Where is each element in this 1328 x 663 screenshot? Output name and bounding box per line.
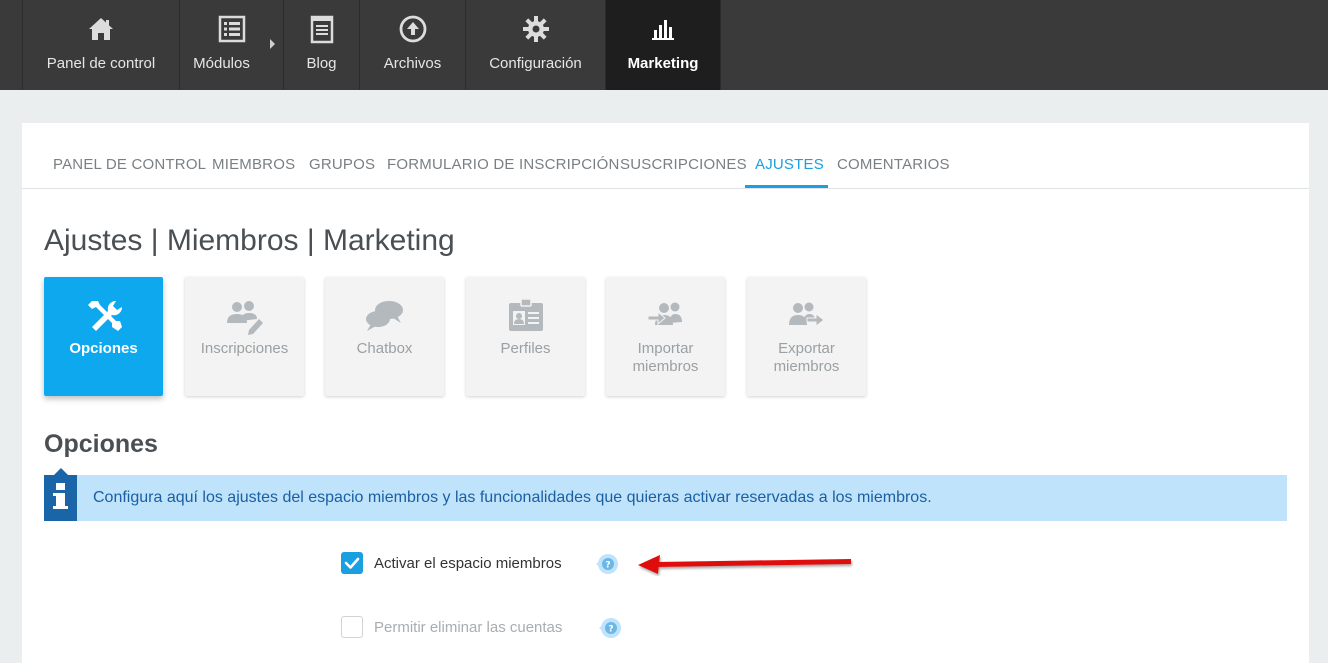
tile-inscripciones[interactable]: Inscripciones <box>185 277 304 396</box>
nav-item-label: Módulos <box>193 55 250 72</box>
tile-label: Inscripciones <box>200 340 289 357</box>
nav-item-label: Archivos <box>383 55 442 72</box>
submenu-caret-icon[interactable] <box>270 39 275 49</box>
tile-label: Opciones <box>69 340 138 357</box>
bar-chart-icon <box>652 20 674 40</box>
top-navigation: Panel de control Módulos Blog Archivos C… <box>0 0 1328 90</box>
option-permitir-eliminar-cuentas[interactable]: Permitir eliminar las cuentas ? <box>341 616 641 640</box>
tab-formulario-de-inscripcion[interactable]: FORMULARIO DE INSCRIPCIÓN <box>387 156 620 173</box>
tools-icon <box>87 300 122 331</box>
content-card: PANEL DE CONTROL MIEMBROS GRUPOS FORMULA… <box>22 123 1309 663</box>
help-icon[interactable]: ? <box>594 552 618 576</box>
tile-exportar-miembros[interactable]: Exportar miembros <box>747 277 866 396</box>
tab-comentarios[interactable]: COMENTARIOS <box>837 156 950 173</box>
info-notch <box>54 468 68 475</box>
blog-icon <box>310 15 333 44</box>
option-label: Permitir eliminar las cuentas <box>374 619 563 636</box>
tile-importar-miembros[interactable]: Importar miembros <box>606 277 725 396</box>
nav-item-archivos[interactable]: Archivos <box>360 0 466 90</box>
tab-grupos[interactable]: GRUPOS <box>309 156 375 173</box>
tab-ajustes[interactable]: AJUSTES <box>755 156 824 173</box>
tab-bar: PANEL DE CONTROL MIEMBROS GRUPOS FORMULA… <box>22 123 1309 189</box>
nav-item-panel-de-control[interactable]: Panel de control <box>23 0 180 90</box>
users-export-icon <box>788 302 825 327</box>
tile-label: Importar miembros <box>632 340 699 375</box>
tab-panel-de-control[interactable]: PANEL DE CONTROL <box>53 156 206 173</box>
tile-chatbox[interactable]: Chatbox <box>325 277 444 396</box>
nav-item-label: Panel de control <box>46 55 156 72</box>
tile-perfiles[interactable]: Perfiles <box>466 277 585 396</box>
svg-text:?: ? <box>605 561 610 571</box>
tab-miembros[interactable]: MIEMBROS <box>212 156 295 173</box>
section-title: Opciones <box>44 430 158 458</box>
info-bar <box>44 468 77 521</box>
home-icon <box>89 18 113 40</box>
chat-bubbles-icon <box>365 301 403 331</box>
info-icon <box>53 483 68 509</box>
nav-item-marketing[interactable]: Marketing <box>606 0 721 90</box>
page-title: Ajustes | Miembros | Marketing <box>44 224 455 257</box>
checkbox-activar-espacio-miembros[interactable] <box>341 552 363 574</box>
nav-item-modulos[interactable]: Módulos <box>180 0 284 90</box>
nav-item-label: Configuración <box>489 55 582 72</box>
checkmark-icon <box>344 557 360 569</box>
info-text: Configura aquí los ajustes del espacio m… <box>93 489 932 506</box>
list-icon <box>218 15 245 43</box>
tab-suscripciones[interactable]: SUSCRIPCIONES <box>620 156 747 173</box>
nav-item-label: Marketing <box>627 55 699 72</box>
help-icon[interactable]: ? <box>597 616 621 640</box>
nav-item-configuracion[interactable]: Configuración <box>466 0 606 90</box>
info-banner: Configura aquí los ajustes del espacio m… <box>44 468 1287 521</box>
active-tab-indicator <box>745 185 828 188</box>
tile-label: Exportar miembros <box>773 340 840 375</box>
nav-item-label: Blog <box>306 55 337 72</box>
annotation-arrow-icon <box>638 555 851 574</box>
option-activar-espacio-miembros[interactable]: Activar el espacio miembros ? <box>341 552 641 576</box>
svg-text:?: ? <box>608 625 613 635</box>
tile-opciones[interactable]: Opciones <box>44 277 163 396</box>
gear-icon <box>522 16 549 42</box>
tile-label: Perfiles <box>500 340 551 357</box>
users-edit-icon <box>226 301 263 335</box>
checkbox-permitir-eliminar-cuentas[interactable] <box>341 616 363 638</box>
option-label: Activar el espacio miembros <box>374 555 562 572</box>
id-card-icon <box>508 298 543 331</box>
nav-item-blog[interactable]: Blog <box>284 0 360 90</box>
tile-label: Chatbox <box>356 340 413 357</box>
users-import-icon <box>647 302 682 326</box>
upload-icon <box>399 15 426 43</box>
